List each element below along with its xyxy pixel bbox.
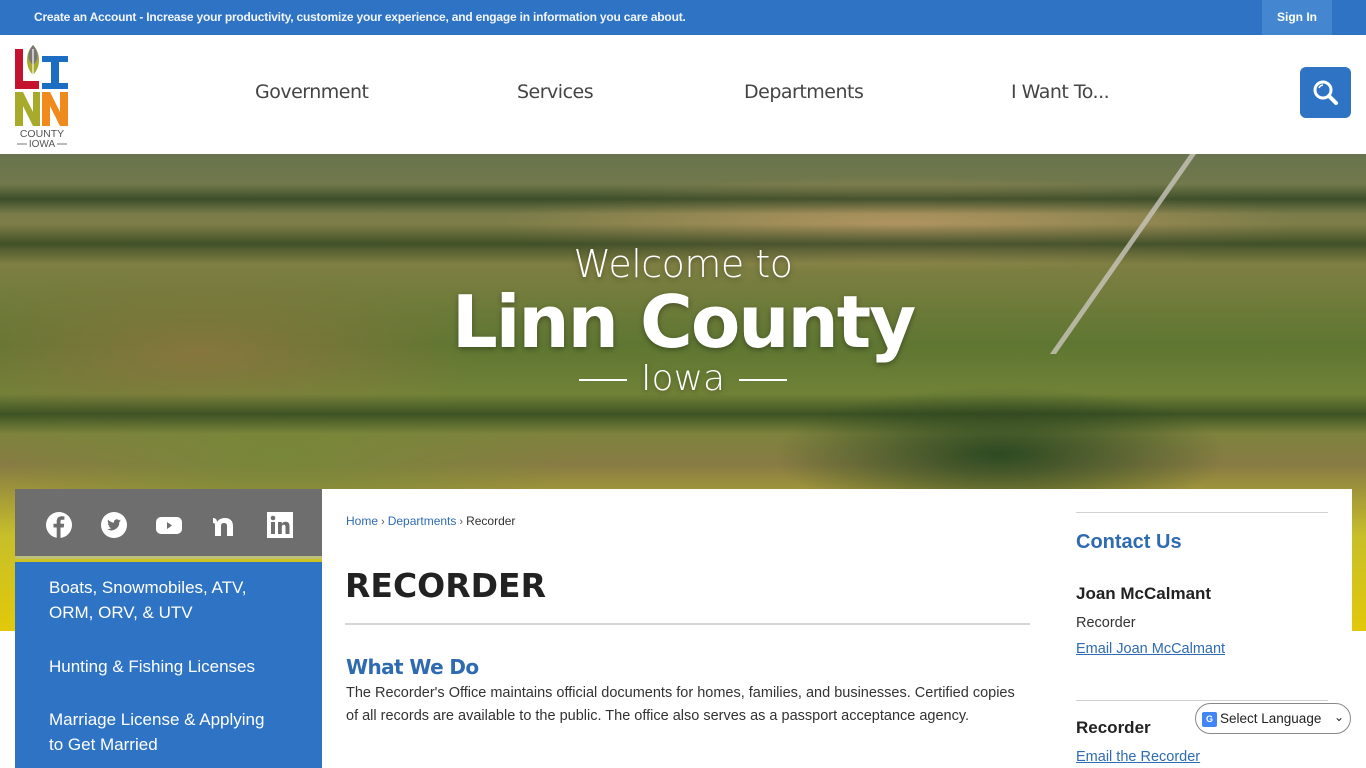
nav-i-want-to[interactable]: I Want To... (1011, 81, 1110, 103)
quick-links-panel: Boats, Snowmobiles, ATV, ORM, ORV, & UTV… (15, 562, 322, 768)
email-office-link[interactable]: Email the Recorder (1076, 749, 1200, 765)
youtube-icon[interactable] (155, 511, 183, 539)
sign-in-button[interactable]: Sign In (1262, 0, 1332, 35)
linkedin-icon[interactable] (266, 511, 294, 539)
top-bar: Create an Account - Increase your produc… (0, 0, 1366, 35)
social-media-bar (15, 489, 322, 559)
contact-divider (1076, 512, 1328, 513)
linn-county-logo[interactable]: COUNTY IOWA (14, 43, 70, 150)
hero-treeline (0, 394, 1366, 434)
search-icon (1313, 80, 1338, 105)
page-title: RECORDER (345, 566, 546, 605)
nav-services[interactable]: Services (517, 81, 594, 103)
breadcrumb: Home › Departments › Recorder (346, 514, 515, 528)
nav-departments[interactable]: Departments (744, 81, 864, 103)
facebook-icon[interactable] (45, 511, 73, 539)
nextdoor-icon[interactable] (211, 511, 239, 539)
select-language-dropdown[interactable]: G Select Language ⌄ (1195, 703, 1351, 734)
contact-name: Joan McCalmant (1076, 584, 1212, 603)
leaf-icon (27, 45, 39, 75)
breadcrumb-home[interactable]: Home (346, 514, 378, 528)
office-heading: Recorder (1076, 718, 1151, 737)
quick-link-marriage[interactable]: Marriage License & Applying to Get Marri… (49, 707, 279, 757)
create-account-link[interactable]: Create an Account - Increase your produc… (34, 10, 686, 24)
google-translate-icon: G (1202, 712, 1217, 727)
twitter-icon[interactable] (100, 511, 128, 539)
site-header: COUNTY IOWA Government Services Departme… (0, 35, 1366, 154)
title-divider (345, 623, 1030, 625)
quick-link-boats[interactable]: Boats, Snowmobiles, ATV, ORM, ORV, & UTV (49, 575, 279, 625)
hero-divider (739, 379, 788, 381)
hero-divider (578, 379, 627, 381)
hero-subtitle-text: Iowa (640, 358, 726, 399)
breadcrumb-separator: › (381, 516, 385, 528)
contact-role: Recorder (1076, 615, 1136, 631)
breadcrumb-departments[interactable]: Departments (388, 514, 457, 528)
svg-text:IOWA: IOWA (29, 139, 56, 149)
section-body-text: The Recorder's Office maintains official… (346, 685, 1015, 724)
hero-title: Linn County (451, 280, 916, 364)
breadcrumb-current: Recorder (466, 514, 516, 528)
breadcrumb-separator: › (459, 516, 464, 528)
contact-us-heading: Contact Us (1076, 531, 1182, 553)
chevron-down-icon: ⌄ (1333, 710, 1344, 724)
contact-divider (1076, 700, 1328, 701)
email-contact-link[interactable]: Email Joan McCalmant (1076, 641, 1225, 657)
hero-subtitle: Iowa (0, 358, 1366, 399)
section-heading-what-we-do: What We Do (346, 655, 479, 679)
nav-government[interactable]: Government (255, 81, 369, 103)
search-button[interactable] (1300, 67, 1351, 118)
quick-link-hunting-fishing[interactable]: Hunting & Fishing Licenses (49, 654, 255, 679)
select-language-label: Select Language (1220, 711, 1322, 726)
